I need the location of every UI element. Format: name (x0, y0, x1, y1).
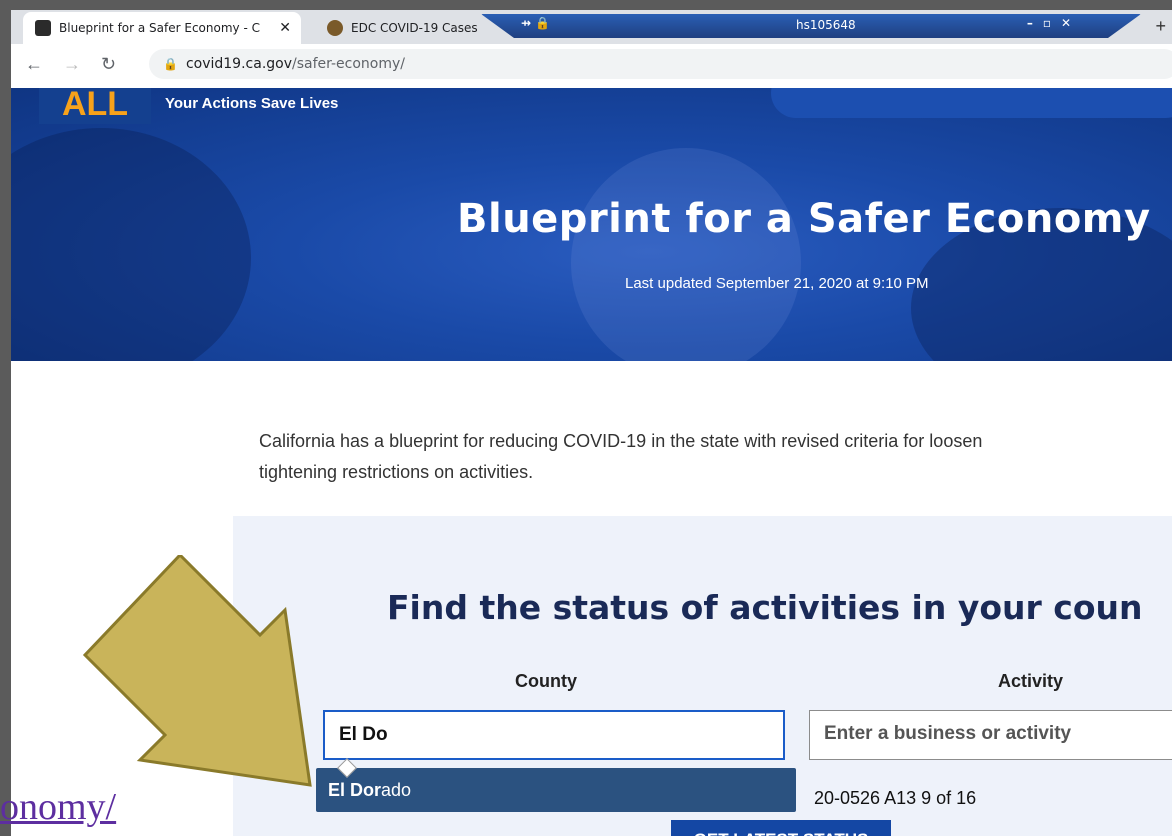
pin-icon[interactable]: ⇸ 🔒 (521, 16, 550, 30)
tab-title: EDC COVID-19 Cases (351, 21, 478, 35)
site-tagline: Your Actions Save Lives (165, 95, 339, 112)
url-host: covid19.ca.gov (185, 56, 293, 72)
new-tab-icon[interactable]: + (1155, 16, 1166, 37)
site-favicon-icon (35, 20, 51, 36)
back-icon[interactable]: ← (25, 54, 43, 75)
intro-line-1: California has a blueprint for reducing … (259, 431, 983, 451)
capitol-dome-image (571, 148, 801, 361)
remote-session-bar: ⇸ 🔒 hs105648 –▫✕ (481, 14, 1141, 38)
intro-line-2: tightening restrictions on activities. (259, 462, 534, 482)
last-updated: Last updated September 21, 2020 at 9:10 … (625, 275, 929, 292)
finder-heading: Find the status of activities in your co… (387, 588, 1143, 627)
tab-blueprint[interactable]: Blueprint for a Safer Economy - C ✕ (23, 12, 301, 44)
get-latest-status-button[interactable]: GET LATEST STATUS (671, 820, 891, 836)
window-controls[interactable]: –▫✕ (1027, 16, 1081, 30)
county-input[interactable]: El Do (323, 710, 785, 760)
site-search-bar[interactable] (771, 88, 1172, 118)
browser-toolbar: ← → ↻ 🔒 covid19.ca.gov/safer-economy/ (11, 44, 1172, 89)
address-bar[interactable]: 🔒 covid19.ca.gov/safer-economy/ (149, 49, 1172, 79)
slide-corner-url: onomy/ (0, 786, 117, 828)
county-label: County (515, 671, 577, 691)
tab-title: Blueprint for a Safer Economy - C (59, 21, 260, 35)
suggestion-caret (337, 758, 357, 778)
tab-edc-covid[interactable]: EDC COVID-19 Cases (315, 12, 495, 44)
county-seal-icon (327, 20, 343, 36)
activity-label: Activity (998, 671, 1064, 691)
suggestion-rest: ado (381, 780, 412, 800)
close-tab-icon[interactable]: ✕ (279, 20, 291, 36)
hero-banner: ALL Your Actions Save Lives Blueprint fo… (11, 88, 1172, 361)
remote-host-label: hs105648 (796, 18, 856, 32)
activity-input[interactable]: Enter a business or activity (809, 710, 1172, 760)
pointer-arrow-icon (82, 555, 312, 787)
reload-icon[interactable]: ↻ (101, 54, 116, 75)
site-logo[interactable]: ALL (39, 88, 151, 124)
lock-icon: 🔒 (163, 57, 178, 71)
browser-tab-strip: Blueprint for a Safer Economy - C ✕ EDC … (11, 10, 1172, 44)
activity-finder: Find the status of activities in your co… (233, 516, 1172, 836)
page-title: Blueprint for a Safer Economy (457, 196, 1151, 242)
slide-code: 20-0526 A13 9 of 16 (814, 788, 977, 808)
intro-text: California has a blueprint for reducing … (259, 426, 1172, 488)
county-suggestion[interactable]: El Dorado (316, 758, 796, 812)
forward-icon[interactable]: → (63, 54, 81, 75)
url-path: /safer-economy/ (292, 56, 406, 72)
suggestion-match: El Dor (328, 780, 382, 800)
